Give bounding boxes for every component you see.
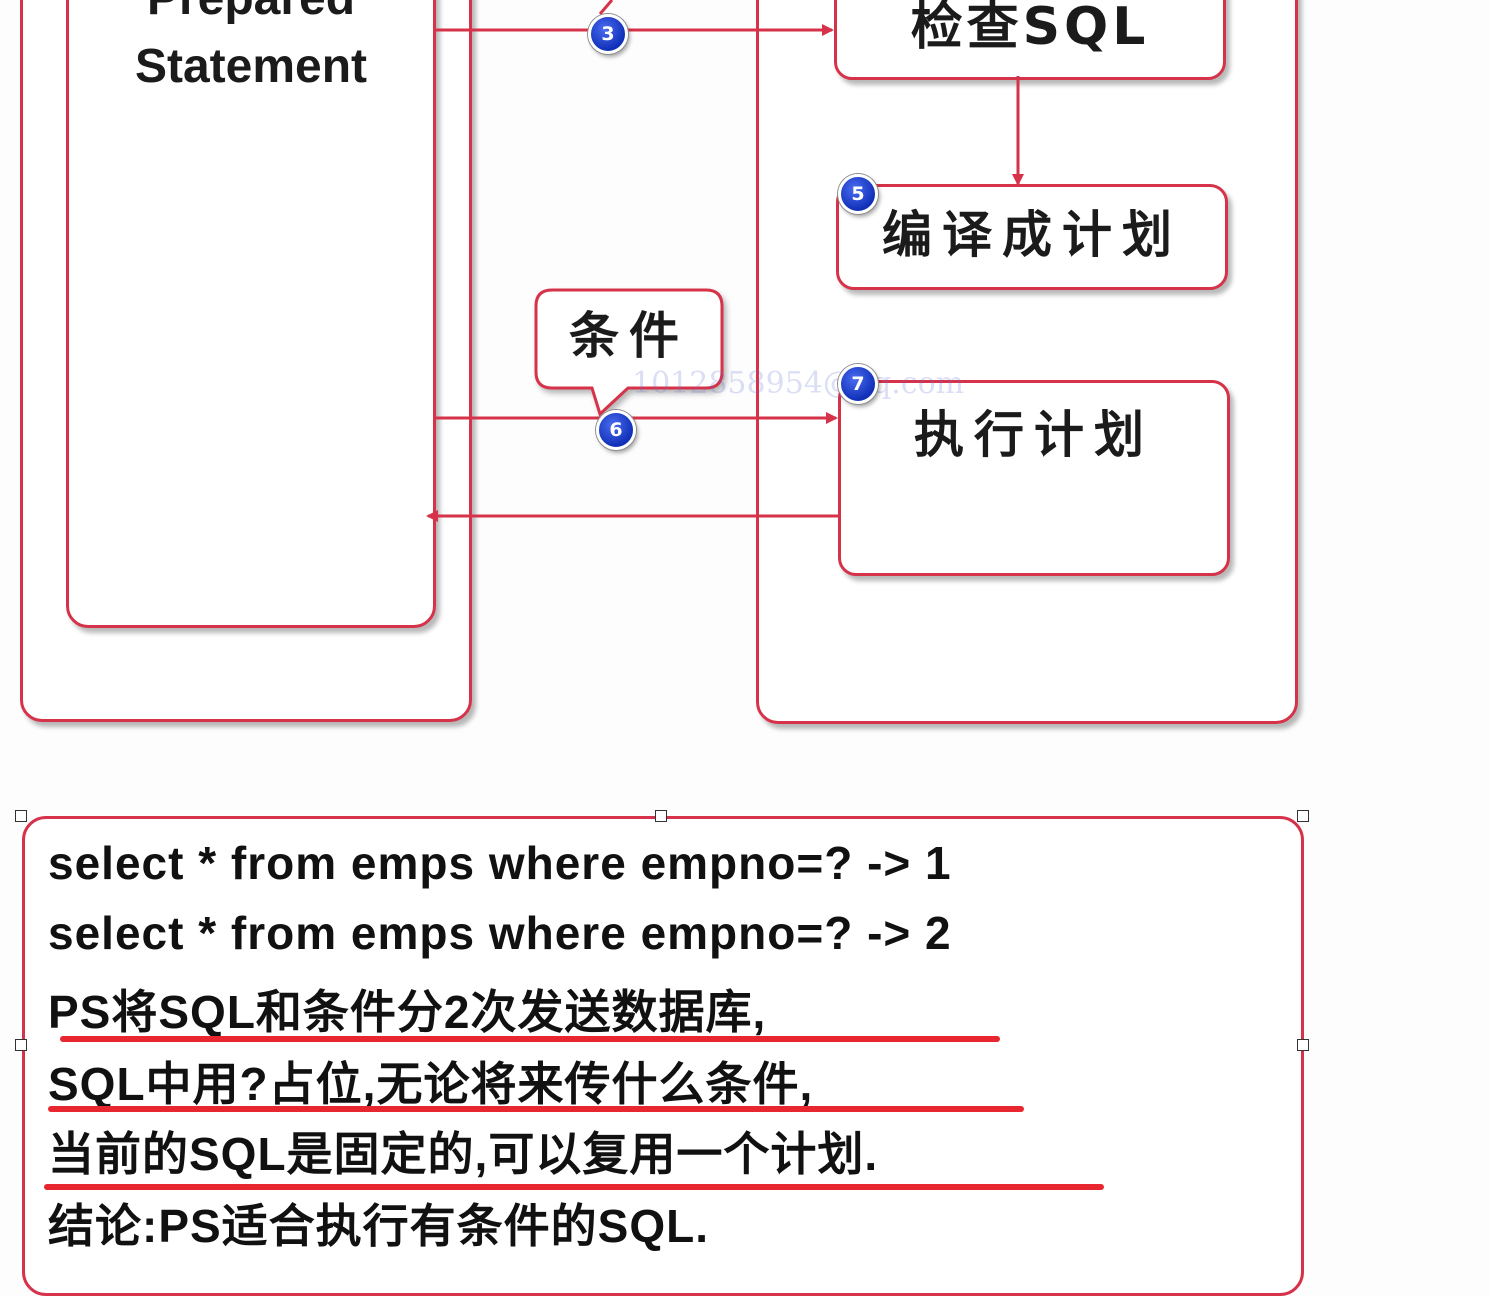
step-7-badge: 7	[838, 364, 878, 404]
underline-line-3	[60, 1036, 1000, 1042]
step-5-badge: 5	[838, 174, 878, 214]
condition-callout-label: 条件	[569, 307, 689, 365]
selection-handle-top-right[interactable]	[1297, 810, 1309, 822]
watermark-text: 1012858954@qq.com	[632, 366, 965, 401]
arrow-3-stub	[598, 0, 614, 15]
note-line-3: PS将SQL和条件分2次发送数据库,	[48, 986, 767, 1038]
step-6-badge: 6	[596, 410, 636, 450]
note-line-4: SQL中用?占位,无论将来传什么条件,	[48, 1058, 814, 1110]
note-line-5: 当前的SQL是固定的,可以复用一个计划.	[48, 1128, 879, 1180]
note-line-6: 结论:PS适合执行有条件的SQL.	[48, 1200, 710, 1252]
selection-handle-middle-right[interactable]	[1297, 1039, 1309, 1051]
underline-line-4	[48, 1106, 1024, 1112]
selection-handle-top-middle[interactable]	[655, 810, 667, 822]
step-3-badge: 3	[588, 14, 628, 54]
note-line-2: select * from emps where empno=? -> 2	[48, 907, 952, 959]
selection-handle-middle-left[interactable]	[15, 1039, 27, 1051]
underline-line-5	[44, 1184, 1104, 1190]
note-line-1: select * from emps where empno=? -> 1	[48, 837, 952, 889]
selection-handle-top-left[interactable]	[15, 810, 27, 822]
